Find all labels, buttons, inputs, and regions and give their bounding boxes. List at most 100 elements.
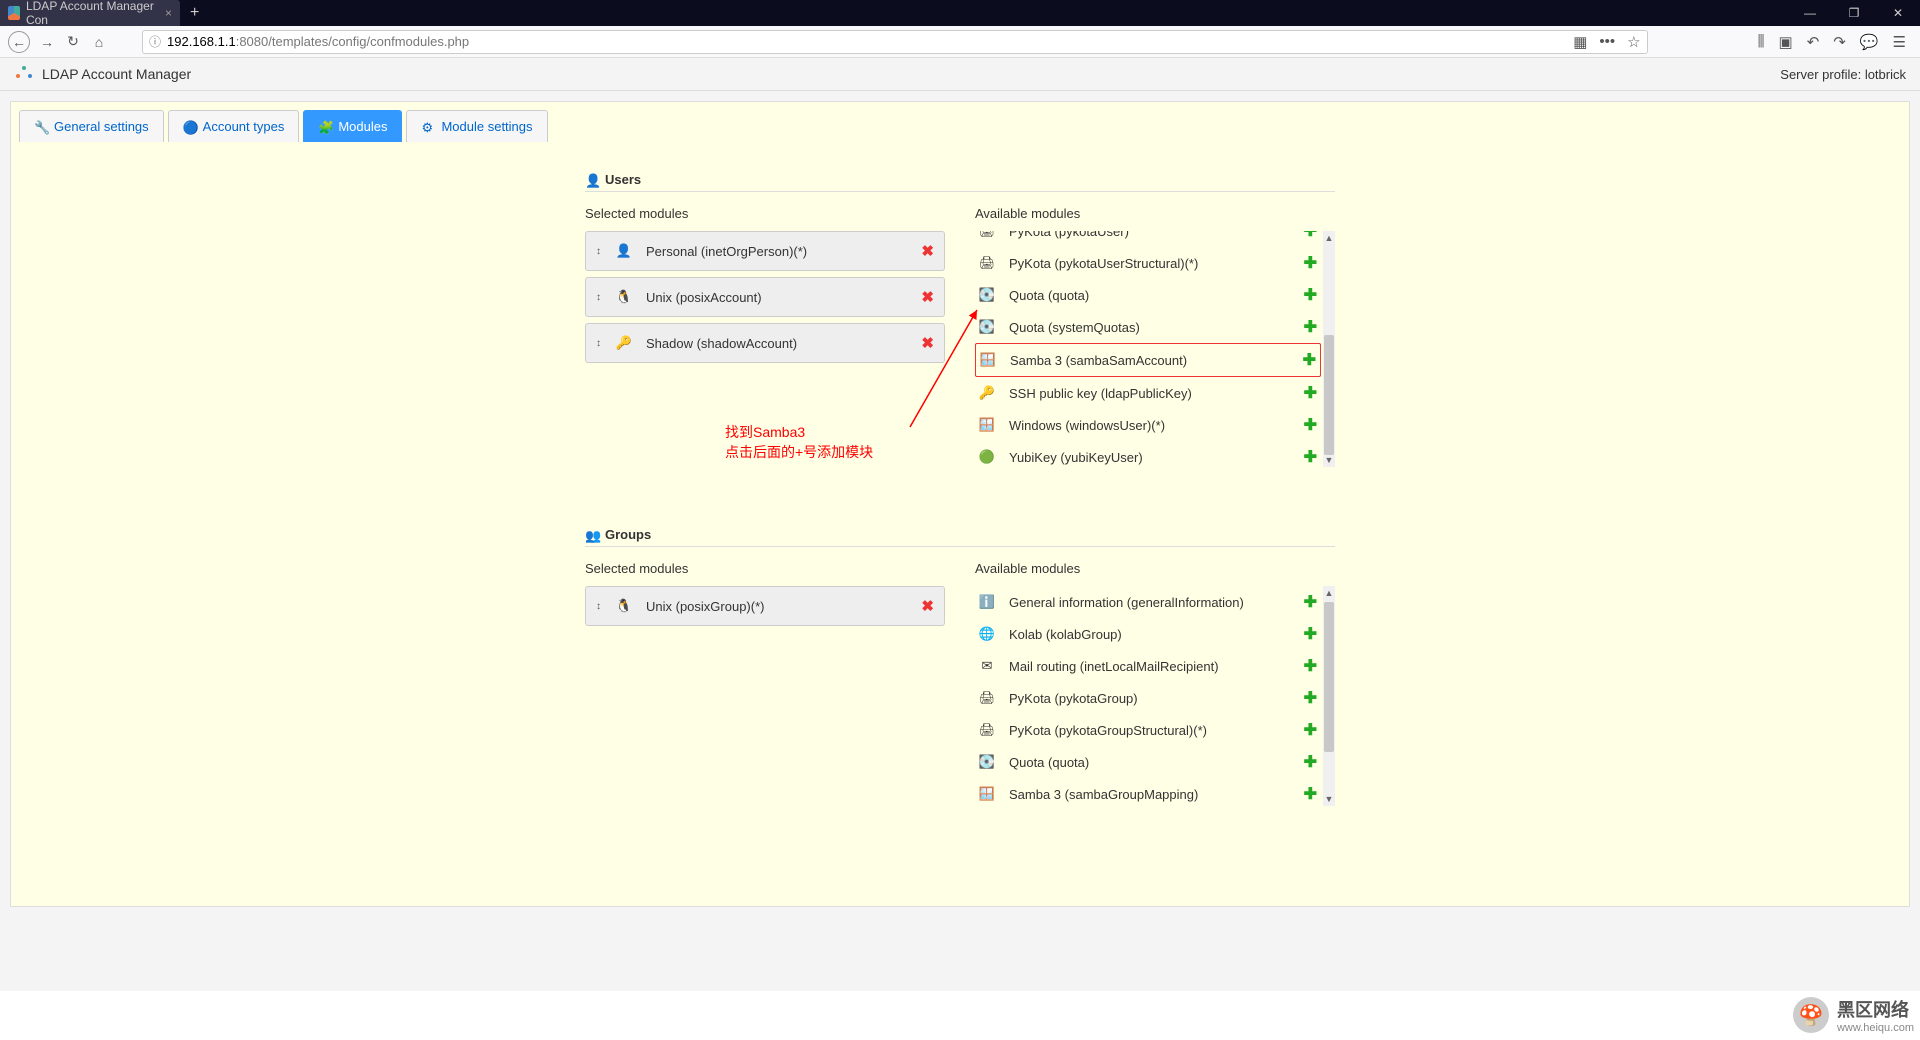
selected-module[interactable]: ↕ 🔑 Shadow (shadowAccount) ✖ [585, 323, 945, 363]
new-tab-button[interactable]: + [180, 4, 209, 22]
add-button[interactable]: ✚ [1304, 592, 1317, 612]
puzzle-icon: 🧩 [318, 120, 332, 134]
col-available-users: Available modules 🖨 PyKota (pykotaUser) … [975, 206, 1335, 467]
selected-module[interactable]: ↕ 🐧 Unix (posixGroup)(*) ✖ [585, 586, 945, 626]
tab-modules[interactable]: 🧩Modules [303, 110, 402, 142]
disk-icon: 💽 [979, 319, 995, 335]
share-icon[interactable]: ↷ [1833, 33, 1846, 51]
module-label: Personal (inetOrgPerson)(*) [646, 244, 921, 259]
add-button[interactable]: ✚ [1304, 253, 1317, 273]
printer-icon: 🖨 [979, 722, 995, 738]
module-label: Quota (quota) [1009, 755, 1304, 770]
available-list-groups[interactable]: ℹ️ General information (generalInformati… [975, 586, 1335, 806]
available-module: 🖨 PyKota (pykotaUser) ✚ [975, 231, 1321, 247]
tab-account-types[interactable]: 🔵Account types [168, 110, 300, 142]
col-available-groups: Available modules ℹ️ General information… [975, 561, 1335, 806]
section-title-groups: 👥 Groups [585, 527, 1335, 547]
chat-icon[interactable]: 💬 [1860, 33, 1879, 51]
available-module: 🪟 Samba 3 (sambaGroupMapping) ✚ [975, 778, 1321, 806]
add-button[interactable]: ✚ [1304, 447, 1317, 467]
close-icon[interactable]: × [165, 6, 172, 20]
minimize-button[interactable]: — [1788, 6, 1832, 20]
module-label: Quota (quota) [1009, 288, 1304, 303]
forward-button[interactable]: → [34, 29, 60, 55]
scrollbar[interactable]: ▲ ▼ [1323, 586, 1335, 806]
module-label: Kolab (kolabGroup) [1009, 627, 1304, 642]
available-module: 🔑 SSH public key (ldapPublicKey) ✚ [975, 377, 1321, 409]
library-icon[interactable]: ⫼ [1758, 33, 1765, 51]
col-selected-users: Selected modules ↕ 👤 Personal (inetOrgPe… [585, 206, 945, 467]
undo-icon[interactable]: ↶ [1807, 33, 1820, 51]
add-button[interactable]: ✚ [1304, 317, 1317, 337]
drag-handle-icon[interactable]: ↕ [596, 338, 606, 349]
tab-module-settings[interactable]: ⚙Module settings [406, 110, 547, 142]
section-title-text: Users [605, 172, 641, 187]
scroll-up-icon[interactable]: ▲ [1323, 586, 1335, 600]
add-button[interactable]: ✚ [1304, 720, 1317, 740]
home-button[interactable]: ⌂ [86, 29, 112, 55]
mail-icon: ✉ [979, 658, 995, 674]
watermark-url: www.heiqu.com [1837, 1022, 1914, 1034]
module-label: Mail routing (inetLocalMailRecipient) [1009, 659, 1304, 674]
printer-icon: 🖨 [979, 231, 995, 239]
back-button[interactable]: ← [8, 31, 30, 53]
bookmark-icon[interactable]: ☆ [1627, 33, 1640, 51]
sidebar-icon[interactable]: ▣ [1779, 33, 1793, 51]
close-window-button[interactable]: ✕ [1876, 6, 1920, 20]
menu-icon[interactable]: ☰ [1893, 33, 1906, 51]
add-button[interactable]: ✚ [1304, 688, 1317, 708]
scroll-thumb[interactable] [1324, 602, 1334, 752]
scroll-down-icon[interactable]: ▼ [1323, 453, 1335, 467]
add-button[interactable]: ✚ [1303, 350, 1316, 370]
col-selected-groups: Selected modules ↕ 🐧 Unix (posixGroup)(*… [585, 561, 945, 806]
windows-icon: 🪟 [979, 786, 995, 802]
remove-button[interactable]: ✖ [921, 242, 934, 260]
module-label: Samba 3 (sambaSamAccount) [1010, 353, 1303, 368]
app-title: LDAP Account Manager [42, 66, 191, 82]
scrollbar[interactable]: ▲ ▼ [1323, 231, 1335, 467]
scroll-up-icon[interactable]: ▲ [1323, 231, 1335, 245]
selected-module[interactable]: ↕ 👤 Personal (inetOrgPerson)(*) ✖ [585, 231, 945, 271]
tabs-row: 🔧General settings 🔵Account types 🧩Module… [11, 102, 1909, 142]
add-button[interactable]: ✚ [1304, 285, 1317, 305]
scroll-thumb[interactable] [1324, 335, 1334, 455]
drag-handle-icon[interactable]: ↕ [596, 246, 606, 257]
scroll-down-icon[interactable]: ▼ [1323, 792, 1335, 806]
printer-icon: 🖨 [979, 690, 995, 706]
drag-handle-icon[interactable]: ↕ [596, 601, 606, 612]
remove-button[interactable]: ✖ [921, 288, 934, 306]
add-button[interactable]: ✚ [1304, 415, 1317, 435]
remove-button[interactable]: ✖ [921, 334, 934, 352]
add-button[interactable]: ✚ [1304, 752, 1317, 772]
watermark: 🍄 黑区网络 www.heiqu.com [1793, 996, 1914, 1034]
url-bar[interactable]: ⓘ 192.168.1.1:8080/templates/config/conf… [142, 30, 1648, 54]
qr-icon[interactable]: ▦ [1573, 33, 1587, 51]
tab-title: LDAP Account Manager Con [26, 0, 157, 27]
available-module: 💽 Quota (systemQuotas) ✚ [975, 311, 1321, 343]
module-label: PyKota (pykotaUser) [1009, 231, 1304, 239]
person-icon: 👤 [616, 243, 632, 259]
add-button[interactable]: ✚ [1304, 383, 1317, 403]
maximize-button[interactable]: ❐ [1832, 6, 1876, 20]
col-header: Available modules [975, 206, 1335, 221]
printer-icon: 🖨 [979, 255, 995, 271]
add-button[interactable]: ✚ [1304, 231, 1317, 241]
tab-general-settings[interactable]: 🔧General settings [19, 110, 164, 142]
add-button[interactable]: ✚ [1304, 656, 1317, 676]
favicon [8, 6, 20, 20]
remove-button[interactable]: ✖ [921, 597, 934, 615]
browser-tab[interactable]: LDAP Account Manager Con × [0, 0, 180, 26]
add-button[interactable]: ✚ [1304, 624, 1317, 644]
content-wrap: 🔧General settings 🔵Account types 🧩Module… [0, 91, 1920, 991]
more-icon[interactable]: ••• [1599, 33, 1615, 51]
available-list-users[interactable]: 🖨 PyKota (pykotaUser) ✚ 🖨 PyKota (pykota… [975, 231, 1335, 467]
selected-module[interactable]: ↕ 🐧 Unix (posixAccount) ✖ [585, 277, 945, 317]
col-header: Available modules [975, 561, 1335, 576]
drag-handle-icon[interactable]: ↕ [596, 292, 606, 303]
available-module: ✉ Mail routing (inetLocalMailRecipient) … [975, 650, 1321, 682]
disk-icon: 💽 [979, 287, 995, 303]
group-icon: 👥 [585, 528, 599, 542]
reload-button[interactable]: ↻ [60, 29, 86, 55]
info-icon[interactable]: ⓘ [149, 33, 161, 50]
add-button[interactable]: ✚ [1304, 784, 1317, 804]
